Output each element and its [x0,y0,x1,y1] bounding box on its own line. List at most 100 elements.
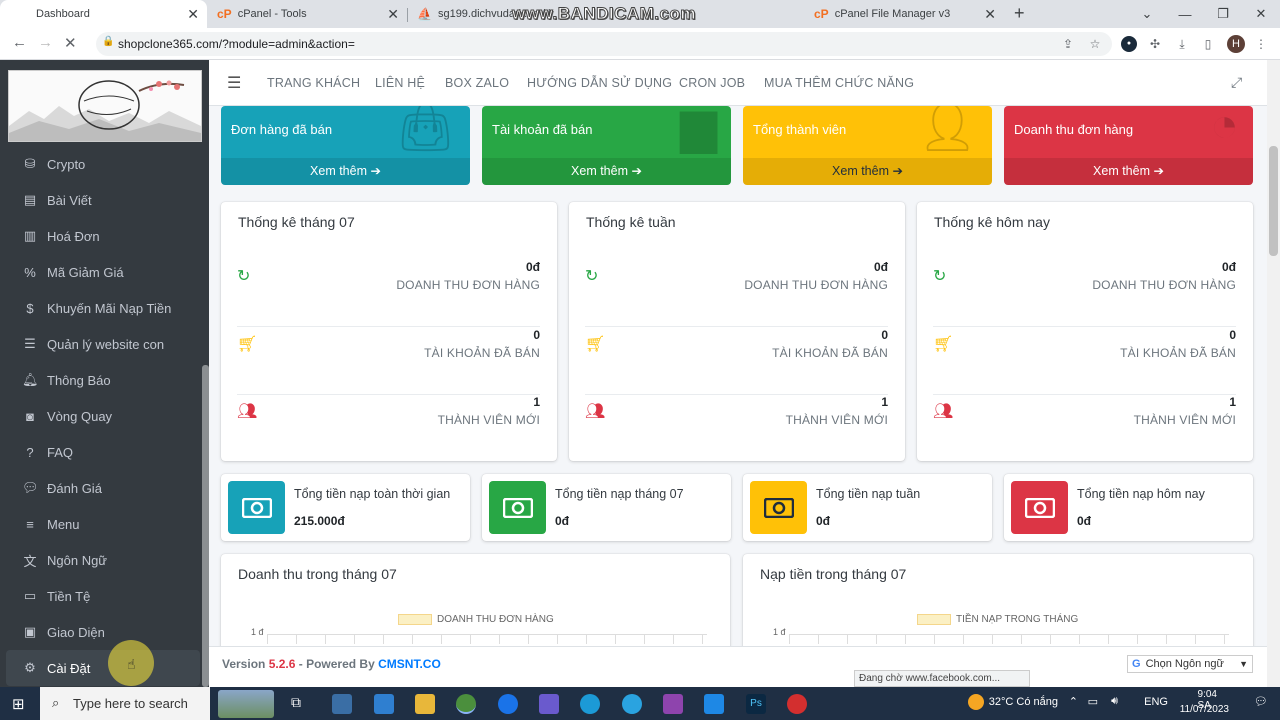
avatar[interactable]: H [1227,35,1245,53]
close-window-icon[interactable]: ✕ [1242,6,1280,22]
clock-date[interactable]: 11/07/2023 [1180,704,1229,715]
share-icon[interactable]: ⇪ [1060,36,1076,52]
sidebar-item-notifications[interactable]: 🔔︎ Thông Báo [0,362,200,398]
app-icon-2[interactable] [663,694,683,714]
zalo-icon[interactable] [498,694,518,714]
scrollbar-thumb[interactable] [1269,146,1278,256]
chevron-down-icon[interactable]: ⌄ [1128,6,1166,22]
search-placeholder: Type here to search [73,696,188,711]
chart-legend[interactable]: TIỀN NẠP TRONG THÁNG [917,614,1078,625]
view-more-link[interactable]: Xem thêm ➔ [743,158,992,185]
sidebar-item-faq[interactable]: ? FAQ [0,434,200,470]
telegram-icon[interactable] [622,694,642,714]
vscode-icon[interactable] [704,694,724,714]
sidebar-item-settings[interactable]: ⚙ Cài Đặt [6,650,200,686]
close-icon[interactable]: ✕ [984,6,996,23]
mail-icon[interactable] [374,694,394,714]
chart-legend[interactable]: DOANH THU ĐƠN HÀNG [398,614,554,625]
edge-icon[interactable] [580,694,600,714]
language-indicator[interactable]: ENG [1144,696,1168,708]
windows-start-icon[interactable]: ⊞ [12,695,25,713]
star-icon[interactable]: ☆ [1087,36,1103,52]
sidebar-scrollbar[interactable] [202,365,209,687]
bandicam-icon[interactable] [787,694,807,714]
nav-customer-page[interactable]: TRANG KHÁCH [267,76,360,90]
puzzle-icon[interactable]: ✣ [1147,36,1163,52]
nav-cron-job[interactable]: CRON JOB [679,76,745,90]
sailboat-icon: ⛵ [417,7,432,21]
close-icon[interactable]: ✕ [387,6,399,23]
kebab-menu-icon[interactable]: ⋮ [1253,36,1269,52]
stat-row-revenue: ↻ 0đ DOANH THU ĐƠN HÀNG [933,260,1236,327]
notification-icon[interactable]: 💬︎ [1254,695,1268,708]
maximize-icon[interactable]: ❐ [1204,6,1242,22]
version-number: 5.2.6 [268,657,296,671]
folder-icon[interactable] [415,694,435,714]
chart-card-topup: Nạp tiền trong tháng 07 TIỀN NẠP TRONG T… [743,554,1253,646]
sidebar-item-invoices[interactable]: ▥ Hoá Đơn [0,218,200,254]
footer: Version 5.2.6 - Powered By CMSNT.CO G Ch… [209,646,1267,687]
sidepanel-icon[interactable]: ▯ [1200,36,1216,52]
chrome-icon[interactable] [456,694,476,714]
stat-value: 0đ [525,260,540,274]
chevron-up-icon[interactable]: ⌃ [1069,695,1078,708]
minimize-icon[interactable]: — [1166,7,1204,22]
taskbar-search[interactable]: ⌕ Type here to search [40,687,210,720]
new-tab-icon[interactable]: + [1014,3,1025,24]
city-widget-icon[interactable] [218,690,274,718]
stop-loading-icon[interactable]: ✕ [64,34,77,52]
sidebar-item-child-sites[interactable]: ☰ Quản lý website con [0,326,200,362]
store-icon[interactable] [332,694,352,714]
language-select[interactable]: G Chọn Ngôn ngữ ▼ [1127,655,1253,673]
tab-file-manager[interactable]: cP cPanel File Manager v3 ✕ [804,0,1004,28]
dollar-icon: $ [26,300,34,316]
sidebar-item-posts[interactable]: ▤ Bài Viết [0,182,200,218]
view-more-link[interactable]: Xem thêm ➔ [482,158,731,185]
forward-icon[interactable]: → [38,34,53,51]
weather-text[interactable]: 32°C Có nắng [989,696,1058,708]
cart-icon: 🛒︎ [585,336,606,353]
network-icon[interactable]: ▭ [1088,695,1098,708]
sidebar-item-currency[interactable]: ▭ Tiền Tệ [0,578,200,614]
stat-card-month: Thống kê tháng 07 ↻ 0đ DOANH THU ĐƠN HÀN… [221,202,557,461]
view-more-link[interactable]: Xem thêm ➔ [1004,158,1253,185]
nav-contact[interactable]: LIÊN HỆ [375,76,425,90]
topup-box-today: Tổng tiền nạp hôm nay 0đ [1004,474,1253,541]
view-more-link[interactable]: Xem thêm ➔ [221,158,470,185]
logo[interactable] [8,70,202,142]
tab-dashboard[interactable]: Dashboard ✕ [0,0,207,28]
sidebar-item-menu[interactable]: ≡ Menu [0,506,200,542]
nav-user-guide[interactable]: HƯỚNG DẪN SỬ DỤNG [527,76,672,90]
sidebar-item-theme[interactable]: ▣ Giao Diện [0,614,200,650]
stat-box-members: 👤︎ Tổng thành viên Xem thêm ➔ [743,106,992,185]
volume-icon[interactable]: 🔊︎ [1111,695,1118,708]
nav-buy-features[interactable]: MUA THÊM CHỨC NĂNG [764,76,914,90]
task-view-icon[interactable]: ⧉ [291,694,311,714]
nav-zalo-box[interactable]: BOX ZALO [445,76,509,90]
extension-icon[interactable]: ● [1121,36,1137,52]
tab-cpanel-tools[interactable]: cP cPanel - Tools ✕ [207,0,408,28]
fullscreen-icon[interactable]: ⤢ [1231,74,1242,91]
page-scrollbar[interactable] [1267,60,1280,687]
sidebar-item-lucky-wheel[interactable]: ◙ Vòng Quay [0,398,200,434]
sidebar-item-label: Ngôn Ngữ [47,552,108,568]
download-icon[interactable]: ⤓ [1174,36,1190,52]
sidebar-item-language[interactable]: 文 Ngôn Ngữ [0,542,200,578]
search-icon: ⌕ [52,695,60,710]
url-field[interactable]: shopclone365.com/?module=admin&action= [96,32,1112,56]
app-icon[interactable] [539,694,559,714]
cpanel-icon: cP [217,7,232,21]
bars-icon: ≡ [26,516,34,532]
photoshop-icon[interactable]: Ps [746,694,766,714]
close-icon[interactable]: ✕ [187,6,199,23]
sidebar-item-reviews[interactable]: 💬︎ Đánh Giá [0,470,200,506]
stat-box-revenue: ◔ Doanh thu đơn hàng Xem thêm ➔ [1004,106,1253,185]
back-icon[interactable]: ← [12,34,27,51]
sidebar-item-crypto[interactable]: ⛁ Crypto [0,146,200,182]
sidebar-item-topup-promo[interactable]: $ Khuyến Mãi Nạp Tiền [0,290,200,326]
legend-swatch [917,614,951,625]
stat-value: 1 [881,395,888,409]
hamburger-icon[interactable]: ☰ [227,73,241,93]
brand-link[interactable]: CMSNT.CO [378,657,441,671]
sidebar-item-coupons[interactable]: % Mã Giảm Giá [0,254,200,290]
